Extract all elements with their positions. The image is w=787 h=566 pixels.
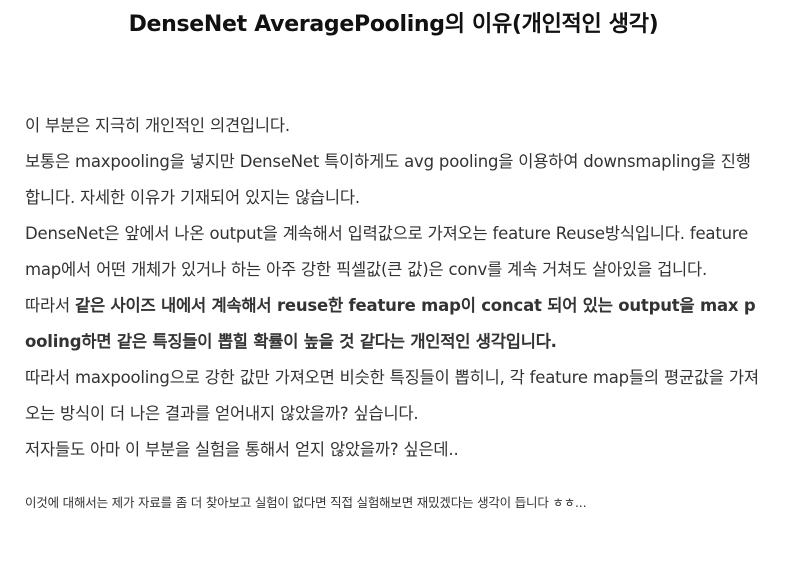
key-claim-prefix: 따라서 [25,296,75,315]
post-body: 이 부분은 지극히 개인적인 의견입니다. 보통은 maxpooling을 넣지… [25,108,762,468]
post-footnote: 이것에 대해서는 제가 자료를 좀 더 찾아보고 실험이 없다면 직접 실험해보… [25,495,587,510]
paragraph-mean-value: 따라서 maxpooling으로 강한 값만 가져오면 비슷한 특징들이 뽑히니… [25,368,759,423]
paragraph-key-claim: 따라서 같은 사이즈 내에서 계속해서 reuse한 feature map이 … [25,288,762,360]
paragraph-authors-guess: 저자들도 아마 이 부분을 실험을 통해서 얻지 않았을까? 싶은데.. [25,440,459,459]
paragraph-feature-reuse: DenseNet은 앞에서 나온 output을 계속해서 입력값으로 가져오는… [25,224,749,279]
paragraph-opinion-note: 이 부분은 지극히 개인적인 의견입니다. [25,116,290,135]
paragraph-avg-pooling: 보통은 maxpooling을 넣지만 DenseNet 특이하게도 avg p… [25,152,751,207]
post-page: DenseNet AveragePooling의 이유(개인적인 생각) 이 부… [0,0,787,566]
key-claim-bold: 같은 사이즈 내에서 계속해서 reuse한 feature map이 conc… [25,296,756,351]
post-title: DenseNet AveragePooling의 이유(개인적인 생각) [128,12,659,37]
